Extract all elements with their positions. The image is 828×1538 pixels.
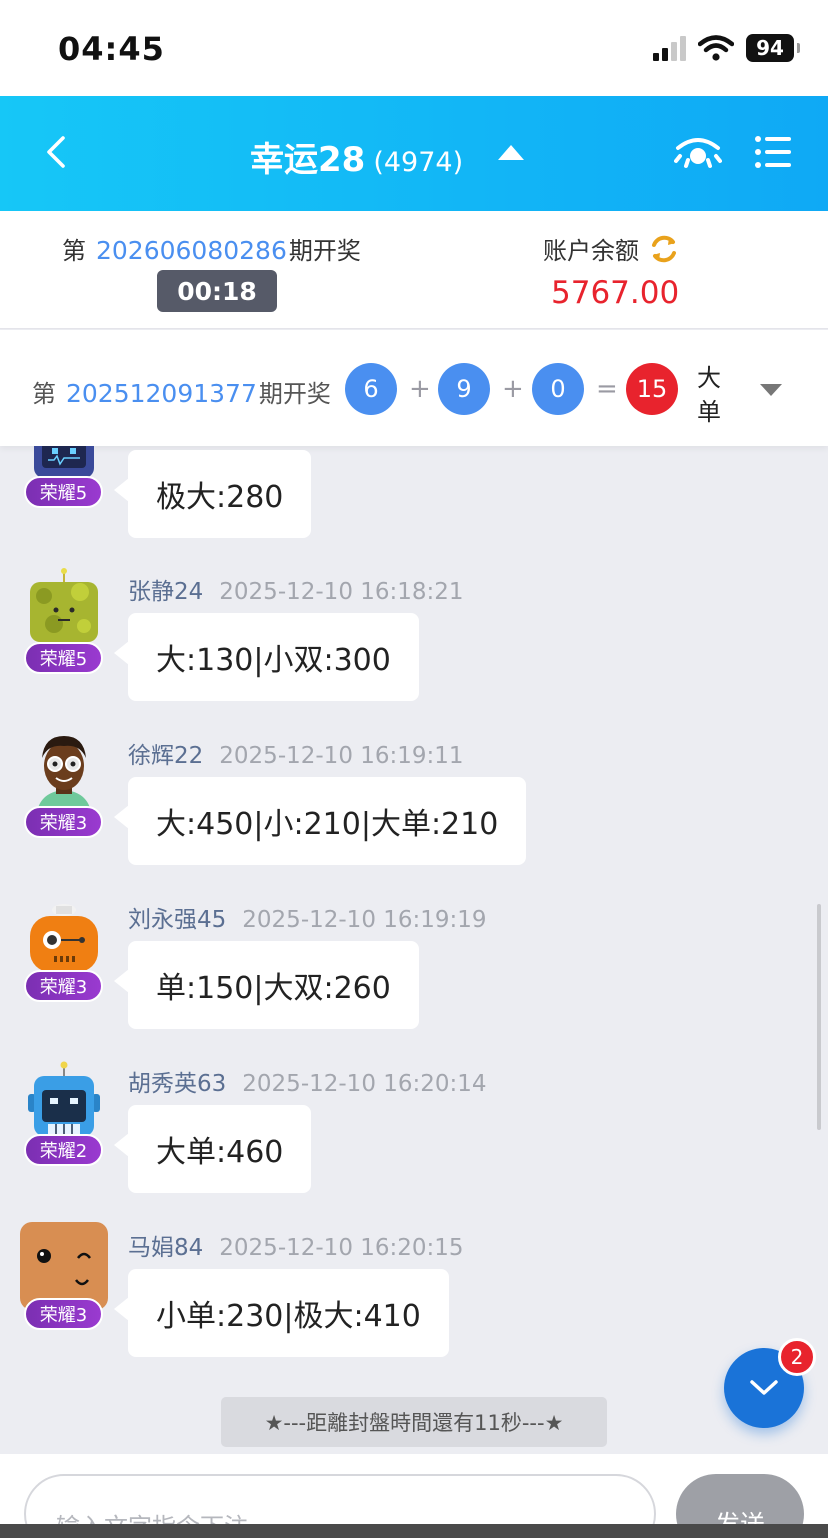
message-time: 2025-12-10 16:20:14: [242, 1071, 487, 1097]
result-tag-size: 大: [697, 364, 721, 392]
message-time: 2025-12-10 16:19:11: [219, 743, 464, 769]
honor-badge: 荣耀5: [24, 642, 103, 674]
result-tag-parity: 单: [697, 398, 721, 426]
message-bubble: 大单:460: [113, 1105, 312, 1193]
result-ball-3: 0: [532, 363, 584, 415]
message-bubble: 单:150|大双:260: [114, 941, 419, 1029]
chevron-down-icon: [750, 1380, 778, 1395]
message-header: 马娟84 2025-12-10 16:20:15: [128, 1228, 464, 1262]
home-indicator: [0, 1524, 828, 1538]
balance-label-row: 账户余额: [543, 231, 679, 266]
expand-history-icon[interactable]: [760, 384, 782, 396]
status-time: 04:45: [58, 30, 165, 68]
sender-name[interactable]: 张静24: [128, 579, 203, 605]
sender-name[interactable]: 胡秀英63: [128, 1071, 226, 1097]
result-ball-1: 6: [345, 363, 397, 415]
equals-sign: =: [596, 374, 618, 404]
countdown-timer: 00:18: [157, 270, 277, 312]
sender-name[interactable]: 马娟84: [128, 1235, 203, 1261]
balance-label: 账户余额: [543, 237, 639, 265]
last-issue-number: 202512091377: [66, 379, 257, 408]
cellular-signal-icon: [653, 35, 686, 61]
closing-countdown-notice: ★---距離封盤時間還有11秒---★: [221, 1397, 607, 1447]
last-result-panel[interactable]: 第 202512091377期开奖 6 + 9 + 0 = 15 大 单: [0, 330, 828, 446]
honor-badge: 荣耀3: [24, 1298, 103, 1330]
plus-sign: +: [409, 374, 431, 404]
balance-value: 5767.00: [551, 275, 680, 311]
message-bubble: 极大:280: [113, 450, 312, 538]
back-button[interactable]: [36, 130, 76, 174]
message-time: 2025-12-10 16:19:19: [242, 907, 487, 933]
face-avatar[interactable]: [20, 1222, 108, 1310]
issue-prefix: 第: [32, 380, 56, 408]
status-icons: 94: [653, 34, 800, 62]
refresh-icon[interactable]: [649, 234, 679, 264]
result-ball-2: 9: [438, 363, 490, 415]
chat-scrollbar[interactable]: [817, 904, 821, 1130]
app-header: 幸运28 (4974): [0, 96, 828, 211]
message-header: 张静24 2025-12-10 16:18:21: [128, 572, 464, 606]
current-issue-panel: 第 202606080286期开奖 00:18 账户余额 5767.00: [0, 211, 828, 329]
issue-suffix: 期开奖: [258, 380, 331, 408]
message-time: 2025-12-10 16:18:21: [219, 579, 464, 605]
menu-list-icon[interactable]: [754, 134, 792, 170]
honor-badge: 荣耀2: [24, 1134, 103, 1166]
last-issue-line: 第 202512091377期开奖: [32, 374, 331, 409]
issue-prefix: 第: [62, 237, 86, 265]
honor-badge: 荣耀3: [24, 970, 103, 1002]
unread-count-badge: 2: [778, 1338, 816, 1376]
chat-area[interactable]: 荣耀5 极大:280 荣耀5 张静24 2025-12-10 16:18:21 大…: [0, 446, 828, 1454]
online-count: (4974): [373, 147, 464, 178]
message-bubble: 大:450|小:210|大单:210: [113, 777, 527, 865]
eye-icon[interactable]: [674, 134, 722, 170]
current-issue-line: 第 202606080286期开奖: [62, 231, 361, 266]
chevron-left-icon: [47, 136, 65, 168]
sender-name[interactable]: 刘永强45: [128, 907, 226, 933]
message-header: 徐辉22 2025-12-10 16:19:11: [128, 736, 464, 770]
game-name: 幸运28: [250, 140, 366, 180]
honor-badge: 荣耀3: [24, 806, 103, 838]
result-sum-ball: 15: [626, 363, 678, 415]
wifi-icon: [698, 35, 734, 61]
plus-sign: +: [502, 374, 524, 404]
current-issue-number: 202606080286: [96, 236, 287, 265]
honor-badge: 荣耀5: [24, 476, 103, 508]
sender-name[interactable]: 徐辉22: [128, 743, 203, 769]
message-time: 2025-12-10 16:20:15: [219, 1235, 464, 1261]
collapse-caret-icon[interactable]: [496, 140, 526, 164]
message-header: 胡秀英63 2025-12-10 16:20:14: [128, 1064, 487, 1098]
message-header: 刘永强45 2025-12-10 16:19:19: [128, 900, 487, 934]
status-bar: 04:45 94: [0, 0, 828, 96]
message-bubble: 小单:230|极大:410: [114, 1269, 449, 1357]
battery-icon: 94: [746, 34, 800, 62]
page-title[interactable]: 幸运28 (4974): [250, 132, 463, 181]
message-bubble: 大:130|小双:300: [114, 613, 419, 701]
issue-suffix: 期开奖: [288, 237, 361, 265]
